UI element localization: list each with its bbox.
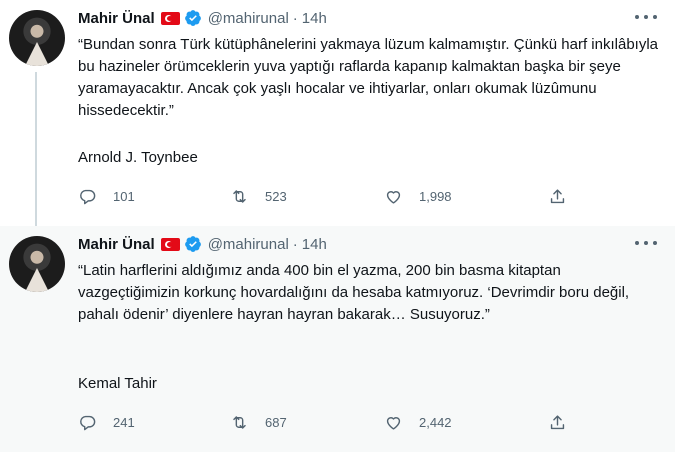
separator-dot: · bbox=[292, 235, 298, 253]
retweet-icon bbox=[233, 415, 246, 429]
retweet-count: 523 bbox=[265, 188, 287, 204]
reply-icon bbox=[80, 189, 96, 204]
avatar[interactable] bbox=[9, 10, 65, 66]
tweet-header: Mahir Ünal @mahirunal · 14h bbox=[78, 8, 327, 28]
author-name[interactable]: Mahir Ünal bbox=[78, 236, 155, 253]
more-options-icon[interactable] bbox=[635, 236, 657, 250]
reply-button[interactable]: 101 bbox=[78, 184, 135, 208]
like-button[interactable]: 1,998 bbox=[384, 184, 452, 208]
tweet-text: “Latin harflerini aldığımız anda 400 bin… bbox=[78, 262, 630, 323]
more-options-icon[interactable] bbox=[635, 10, 657, 24]
share-icon bbox=[550, 414, 565, 429]
thread-connector-line bbox=[35, 72, 37, 234]
author-name[interactable]: Mahir Ünal bbox=[78, 10, 155, 27]
reply-button[interactable]: 241 bbox=[78, 410, 135, 434]
tweet-thread: Mahir Ünal @mahirunal · 14h “Bundan sonr… bbox=[0, 0, 675, 452]
like-icon bbox=[386, 416, 401, 430]
tweet-timestamp[interactable]: 14h bbox=[302, 236, 327, 253]
tweet-card[interactable]: Mahir Ünal @mahirunal · 14h “Bundan sonr… bbox=[0, 0, 675, 234]
retweet-button[interactable]: 687 bbox=[230, 410, 287, 434]
like-button[interactable]: 2,442 bbox=[384, 410, 452, 434]
like-count: 2,442 bbox=[419, 414, 452, 430]
verified-badge-icon bbox=[184, 10, 201, 26]
avatar[interactable] bbox=[9, 236, 65, 292]
tweet-header: Mahir Ünal @mahirunal · 14h bbox=[78, 234, 327, 254]
turkey-flag-icon bbox=[160, 237, 180, 251]
tweet-timestamp[interactable]: 14h bbox=[302, 10, 327, 27]
share-button[interactable] bbox=[548, 410, 567, 434]
tweet-card[interactable]: Mahir Ünal @mahirunal · 14h “Latin harfl… bbox=[0, 226, 675, 452]
separator-dot: · bbox=[292, 9, 298, 27]
share-button[interactable] bbox=[548, 184, 567, 208]
reply-icon bbox=[80, 415, 96, 430]
share-icon bbox=[550, 188, 565, 203]
author-handle[interactable]: @mahirunal bbox=[208, 10, 289, 27]
reply-count: 101 bbox=[113, 188, 135, 204]
author-handle[interactable]: @mahirunal bbox=[208, 236, 289, 253]
tweet-actions: 101 523 1,998 bbox=[78, 184, 568, 208]
tweet-text: “Bundan sonra Türk kütüphânelerini yakma… bbox=[78, 36, 663, 119]
retweet-icon bbox=[233, 189, 246, 203]
quote-attribution: Kemal Tahir bbox=[78, 375, 157, 392]
tweet-actions: 241 687 2,442 bbox=[78, 410, 568, 434]
retweet-button[interactable]: 523 bbox=[230, 184, 287, 208]
like-icon bbox=[386, 190, 401, 204]
reply-count: 241 bbox=[113, 414, 135, 430]
turkey-flag-icon bbox=[160, 11, 180, 25]
quote-attribution: Arnold J. Toynbee bbox=[78, 149, 198, 166]
retweet-count: 687 bbox=[265, 414, 287, 430]
like-count: 1,998 bbox=[419, 188, 452, 204]
verified-badge-icon bbox=[184, 236, 201, 252]
